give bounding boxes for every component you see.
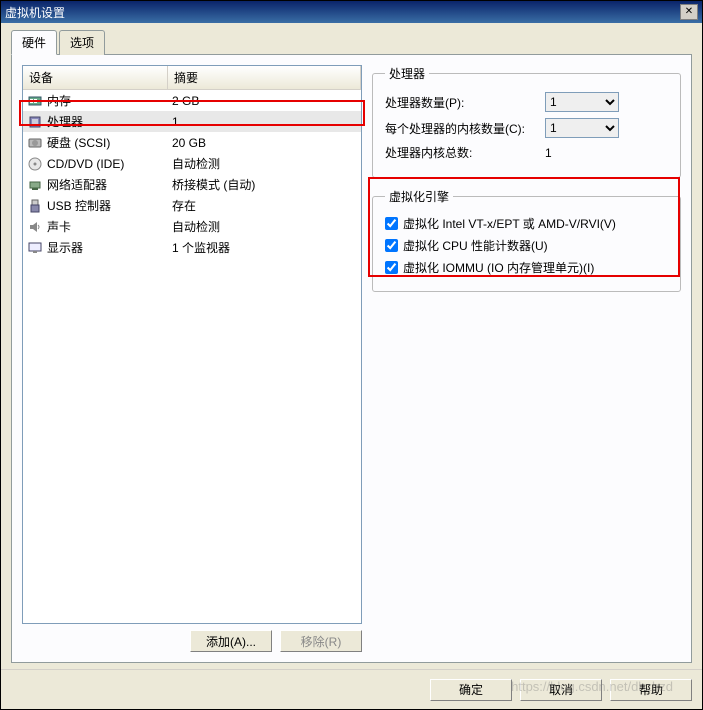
memory-icon [27, 93, 43, 109]
num-processors-select[interactable]: 1 [545, 92, 619, 112]
network-icon [27, 177, 43, 193]
cores-per-select[interactable]: 1 [545, 118, 619, 138]
cores-per-label: 每个处理器的内核数量(C): [385, 120, 545, 137]
help-button[interactable]: 帮助 [610, 679, 692, 701]
device-row-hdd[interactable]: 硬盘 (SCSI) 20 GB [23, 132, 361, 153]
titlebar: 虚拟机设置 ✕ [1, 1, 702, 23]
total-cores-value: 1 [545, 146, 552, 160]
cpu-perf-checkbox[interactable] [385, 239, 398, 252]
cancel-button[interactable]: 取消 [520, 679, 602, 701]
sound-icon [27, 219, 43, 235]
cd-icon [27, 156, 43, 172]
vtx-checkbox[interactable] [385, 217, 398, 230]
processor-group: 处理器 处理器数量(P): 1 每个处理器的内核数量(C): 1 处理器内核总数… [372, 65, 681, 178]
remove-button[interactable]: 移除(R) [280, 630, 362, 652]
col-device[interactable]: 设备 [23, 66, 168, 90]
close-button[interactable]: ✕ [680, 4, 698, 20]
device-row-processor[interactable]: 处理器 1 [23, 111, 361, 132]
iommu-checkbox[interactable] [385, 261, 398, 274]
col-summary[interactable]: 摘要 [168, 66, 361, 90]
virtualization-group: 虚拟化引擎 虚拟化 Intel VT-x/EPT 或 AMD-V/RVI(V) … [372, 188, 681, 292]
device-row-sound[interactable]: 声卡 自动检测 [23, 216, 361, 237]
cpu-perf-label[interactable]: 虚拟化 CPU 性能计数器(U) [403, 237, 548, 254]
device-row-usb[interactable]: USB 控制器 存在 [23, 195, 361, 216]
add-button[interactable]: 添加(A)... [190, 630, 272, 652]
tab-hardware[interactable]: 硬件 [11, 30, 57, 55]
window-title: 虚拟机设置 [5, 4, 65, 21]
processor-legend: 处理器 [385, 65, 429, 82]
total-cores-label: 处理器内核总数: [385, 144, 545, 161]
device-row-memory[interactable]: 内存 2 GB [23, 90, 361, 111]
bottom-bar: 确定 取消 帮助 [1, 669, 702, 709]
cpu-icon [27, 114, 43, 130]
device-row-display[interactable]: 显示器 1 个监视器 [23, 237, 361, 258]
device-table: 设备 摘要 内存 2 GB 处理器 1 硬盘 (SCSI) [22, 65, 362, 624]
device-row-cd[interactable]: CD/DVD (IDE) 自动检测 [23, 153, 361, 174]
ok-button[interactable]: 确定 [430, 679, 512, 701]
display-icon [27, 240, 43, 256]
iommu-label[interactable]: 虚拟化 IOMMU (IO 内存管理单元)(I) [403, 259, 594, 276]
tab-bar: 硬件 选项 [11, 29, 692, 55]
device-row-network[interactable]: 网络适配器 桥接模式 (自动) [23, 174, 361, 195]
usb-icon [27, 198, 43, 214]
virt-legend: 虚拟化引擎 [385, 188, 453, 205]
vtx-label[interactable]: 虚拟化 Intel VT-x/EPT 或 AMD-V/RVI(V) [403, 215, 616, 232]
hdd-icon [27, 135, 43, 151]
num-processors-label: 处理器数量(P): [385, 94, 545, 111]
tab-options[interactable]: 选项 [59, 30, 105, 55]
